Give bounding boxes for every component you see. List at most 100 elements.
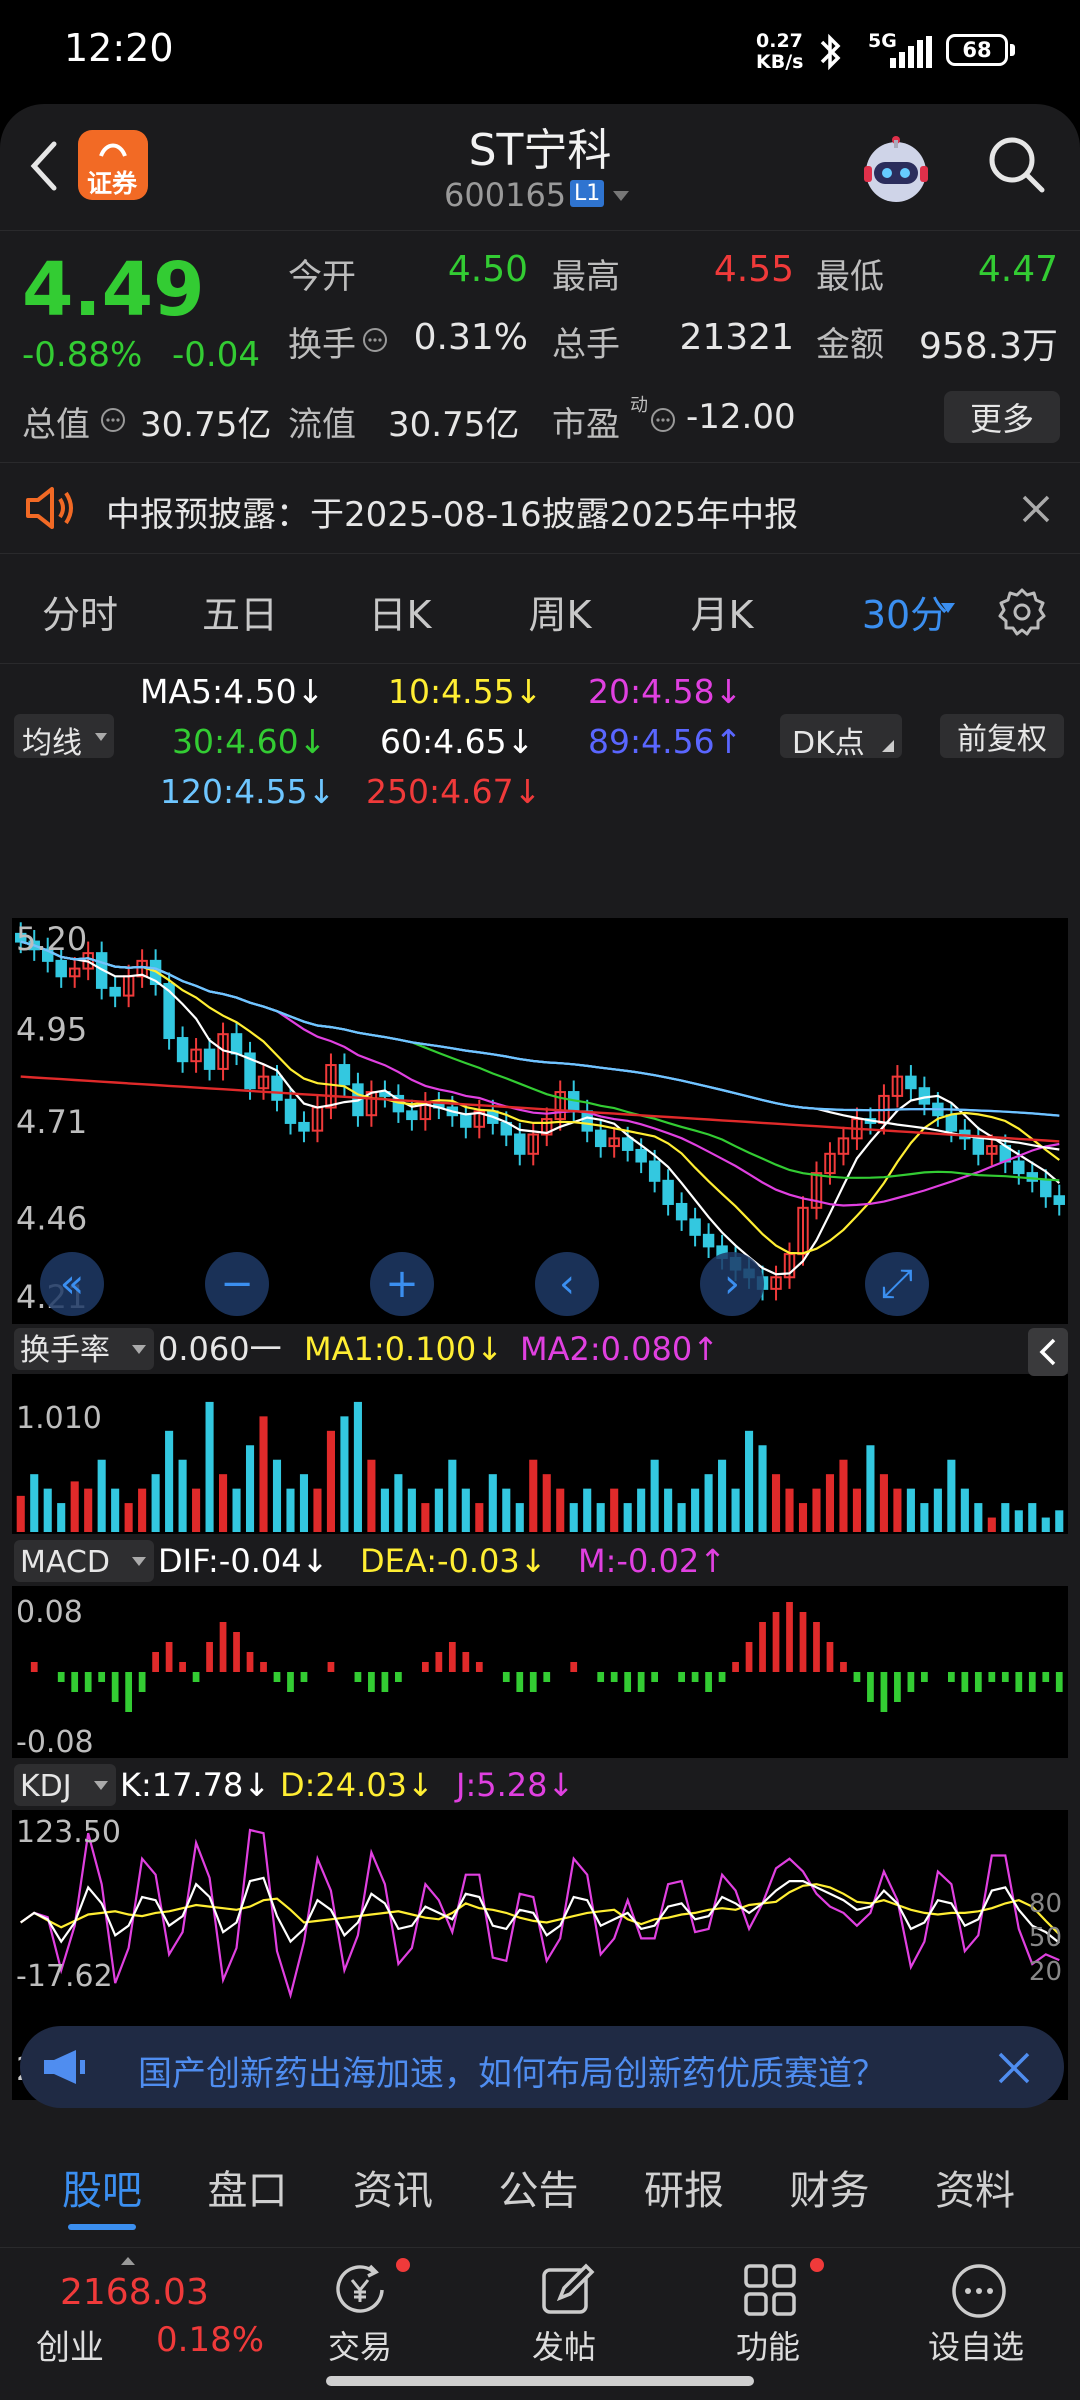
content-tab-4[interactable]: 研报 (624, 2158, 744, 2216)
content-tab-5[interactable]: 财务 (770, 2158, 890, 2216)
turnover-bar (30, 1474, 39, 1532)
candle-body (460, 1114, 472, 1128)
collapse-button[interactable] (1028, 1328, 1068, 1376)
stock-code-row[interactable]: 600165 L1 (440, 176, 660, 216)
svg-text:‹: ‹ (559, 1261, 575, 1307)
bottom-function-button[interactable]: 功能 (708, 2250, 830, 2380)
more-button[interactable]: 更多 (944, 391, 1060, 443)
tab-2[interactable]: 日K (350, 584, 450, 639)
content-tabs: 股吧 盘口 资讯 公告 研报 财务 资料 (0, 2128, 1080, 2248)
adjust-button[interactable]: 前复权 (940, 714, 1064, 758)
tab-1[interactable]: 五日 (190, 584, 290, 639)
macd-dea: DEA:-0.03↓ (360, 1542, 547, 1580)
info-icon[interactable] (100, 407, 126, 433)
turnover-bar (232, 1488, 241, 1532)
bottom-post-button[interactable]: 发帖 (504, 2250, 626, 2380)
turnover-bar (394, 1474, 403, 1532)
svg-text:+: + (385, 1261, 419, 1307)
candle-body (675, 1202, 688, 1221)
ad-banner[interactable]: 国产创新药出海加速，如何布局创新药优质赛道？ (20, 2026, 1064, 2108)
ma-legend-item: 60:4.65↓ (380, 722, 535, 761)
change-amount: -0.04 (172, 335, 260, 375)
turnover-bar (987, 1517, 996, 1532)
content-tab-0[interactable]: 股吧 (42, 2158, 162, 2216)
bottom-trade-label: 交易 (328, 2328, 393, 2366)
caret-up-icon (121, 2257, 135, 2265)
turnover-bar (448, 1459, 457, 1532)
turnover-bar (704, 1474, 713, 1532)
scroll-left-icon[interactable]: ‹ (535, 1252, 599, 1316)
macd-m: M:-0.02↑ (578, 1542, 726, 1580)
turnover-bar (960, 1488, 969, 1532)
scroll-left-fast-icon[interactable]: « (40, 1252, 104, 1316)
info-icon[interactable] (362, 327, 388, 353)
ma-legend-item: 89:4.56↑ (588, 722, 743, 761)
turnover-bar (1041, 1517, 1050, 1532)
turnover-bar (596, 1503, 605, 1532)
net-speed-value: 0.27 (756, 30, 803, 52)
quote-panel: 4.49 -0.88% -0.04 今开 4.50 最高 4.55 最低 4.47 换手 0.… (0, 230, 1080, 460)
bottom-trade-button[interactable]: 交易 (300, 2250, 422, 2380)
svg-text:⤢: ⤢ (881, 1261, 913, 1307)
content-tab-3[interactable]: 公告 (479, 2158, 599, 2216)
macd-dif: DIF:-0.04↓ (158, 1542, 328, 1580)
turnover-selector[interactable]: 换手率 (14, 1328, 154, 1370)
grid-icon (744, 2264, 796, 2316)
turnover-bar (839, 1459, 848, 1532)
tab-3[interactable]: 周K (510, 584, 610, 639)
bottom-watchlist-button[interactable]: 设自选 (912, 2250, 1052, 2380)
notice-bar[interactable]: 中报预披露：于2025-08-16披露2025年中报 (0, 462, 1080, 554)
kdj-j: J:5.28↓ (454, 1766, 574, 1804)
turnover-bar (920, 1503, 929, 1532)
fullscreen-icon[interactable]: ⤢ (865, 1252, 929, 1316)
chart-area[interactable]: 5.204.954.714.464.21 «−+‹›⤢ 1.010 0.08-0… (0, 916, 1080, 2116)
svg-text:KDJ: KDJ (20, 1769, 72, 1804)
turnover-bar (111, 1488, 120, 1532)
search-icon[interactable] (984, 132, 1050, 198)
gear-icon[interactable] (996, 586, 1048, 638)
turnover-bar (299, 1474, 309, 1532)
turnover-bar (906, 1488, 915, 1532)
tab-0[interactable]: 分时 (30, 584, 130, 639)
candle-body (338, 1064, 351, 1086)
close-icon[interactable] (996, 2050, 1032, 2086)
ma-legend: 均线 MA5:4.50↓ 10:4.55↓ 20:4.58↓ 30:4.60↓ 60:4… (0, 666, 1080, 916)
turnover-bar (1028, 1503, 1037, 1532)
turnover-bar (866, 1445, 875, 1532)
turnover-bar (947, 1459, 956, 1532)
content-tab-6[interactable]: 资料 (915, 2158, 1035, 2216)
macd-selector[interactable]: MACD (14, 1540, 154, 1582)
stat-label: 金额 (816, 325, 884, 365)
content-tab-1[interactable]: 盘口 (188, 2158, 308, 2216)
info-icon[interactable] (650, 407, 676, 433)
active-tab-underline (68, 2224, 136, 2230)
stat-label: 今开 (288, 257, 356, 297)
zoom-in-icon[interactable]: + (370, 1252, 434, 1316)
kdj-selector[interactable]: KDJ (14, 1764, 116, 1806)
dk-button[interactable]: DK点 (780, 714, 902, 761)
stock-code: 600165 (444, 176, 567, 214)
turnover-bar (893, 1488, 902, 1532)
index-ticker[interactable]: 2168.03 创业 0.18% (0, 2250, 300, 2380)
candle-body (635, 1148, 647, 1163)
content-tab-2[interactable]: 资讯 (333, 2158, 453, 2216)
zoom-out-icon[interactable]: − (205, 1252, 269, 1316)
turnover-bar (124, 1503, 133, 1532)
candle-body (905, 1075, 917, 1090)
top-header: 证券 ST宁科 600165 L1 (0, 104, 1080, 228)
tab-4[interactable]: 月K (672, 584, 772, 639)
robot-assistant-icon[interactable] (856, 130, 936, 210)
candle-body (109, 986, 121, 997)
bottom-watchlist-label: 设自选 (928, 2328, 1025, 2366)
megaphone-icon (44, 2050, 85, 2084)
turnover-bar (313, 1488, 322, 1532)
turnover-ma2: MA2:0.080↑ (520, 1330, 719, 1368)
scroll-right-icon[interactable]: › (700, 1252, 764, 1316)
close-icon[interactable] (1020, 493, 1052, 525)
turnover-bar (326, 1430, 335, 1532)
ma-selector[interactable]: 均线 (14, 714, 114, 761)
turnover-bar (718, 1459, 727, 1532)
bluetooth-icon (820, 33, 841, 71)
candle-body (648, 1160, 661, 1182)
candle-body (1040, 1179, 1052, 1198)
